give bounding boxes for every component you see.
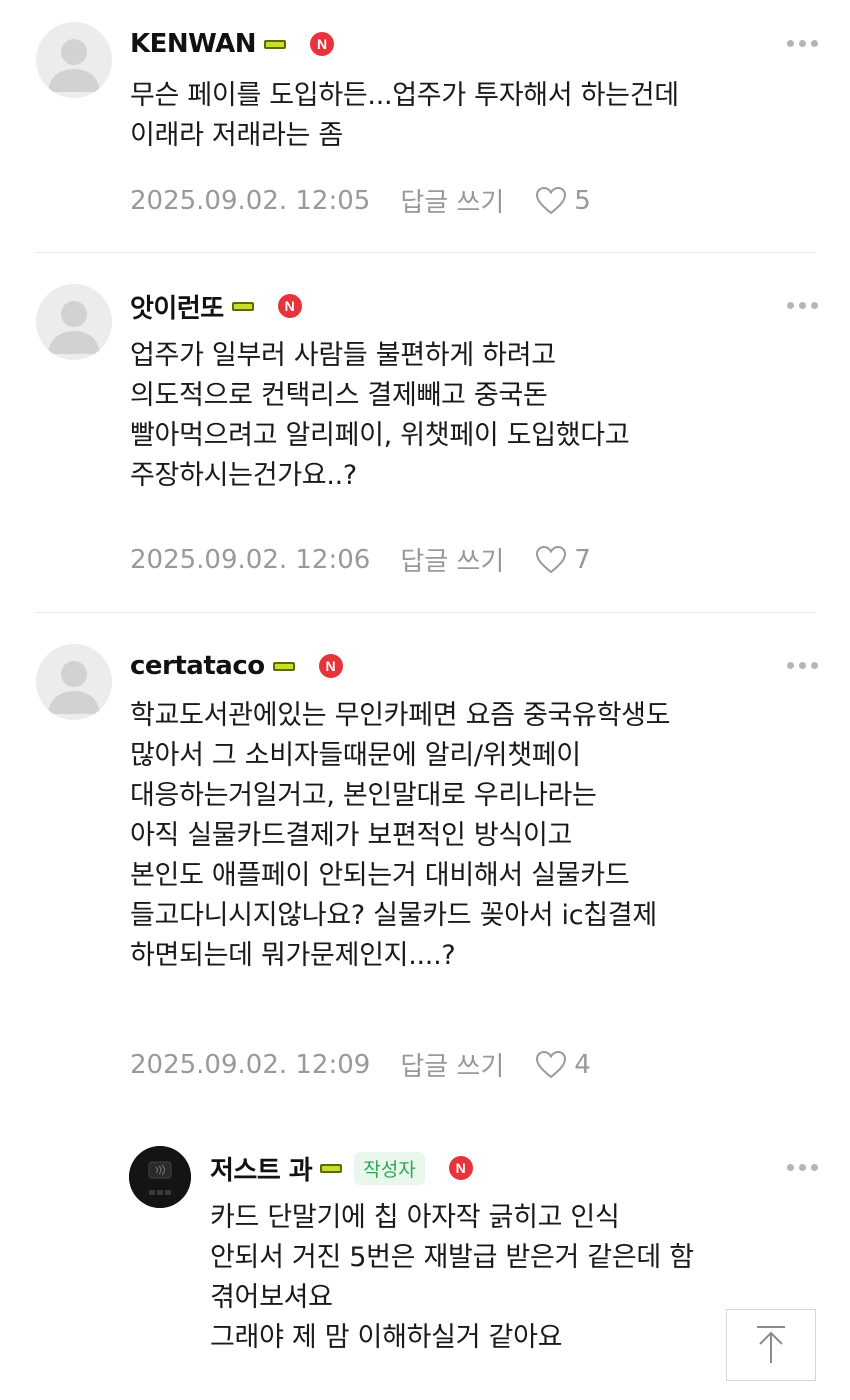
- author-name[interactable]: 앗이런또: [130, 288, 224, 325]
- comment-text: 무슨 페이를 도입하든...업주가 투자해서 하는건데 이래라 저래라는 좀: [130, 80, 679, 151]
- reply-button[interactable]: 답글 쓰기: [400, 1046, 504, 1083]
- new-badge: N: [448, 1156, 473, 1180]
- member-grade-icon: [320, 1163, 343, 1173]
- divider: [36, 252, 816, 253]
- like-button[interactable]: 5: [534, 186, 591, 216]
- reply-button[interactable]: 답글 쓰기: [400, 541, 504, 578]
- like-count: 7: [574, 544, 591, 575]
- more-dots-icon[interactable]: [787, 40, 818, 47]
- heart-icon: [536, 545, 567, 573]
- more-dots-icon[interactable]: [787, 662, 818, 669]
- more-dots-icon[interactable]: [787, 302, 818, 309]
- like-button[interactable]: 4: [534, 1050, 591, 1080]
- comment-text: 업주가 일부러 사람들 불편하게 하려고 의도적으로 컨택리스 결제빼고 중국돈…: [130, 340, 630, 491]
- comment-date: 2025.09.02. 12:06: [130, 544, 371, 575]
- like-button[interactable]: 7: [534, 545, 591, 575]
- reply-button[interactable]: 답글 쓰기: [400, 182, 504, 219]
- author-tag: 작성자: [354, 1151, 425, 1185]
- default-avatar-icon: [48, 661, 100, 714]
- member-grade-icon: [264, 39, 287, 49]
- comment-date: 2025.09.02. 12:09: [130, 1049, 371, 1080]
- arrow-up-icon: [757, 1326, 785, 1363]
- like-count: 5: [574, 185, 591, 216]
- more-dots-icon[interactable]: [787, 1164, 818, 1171]
- avatar[interactable]: [36, 284, 112, 360]
- scroll-top-button[interactable]: [726, 1309, 816, 1381]
- heart-icon: [536, 186, 567, 214]
- avatar[interactable]: [36, 22, 112, 98]
- new-badge: N: [310, 32, 335, 56]
- new-badge: N: [277, 294, 302, 318]
- avatar[interactable]: [129, 1146, 191, 1208]
- heart-icon: [536, 1050, 567, 1078]
- comment-text: 카드 단말기에 칩 아자작 긁히고 인식 안되서 거진 5번은 재발급 받은거 …: [210, 1202, 694, 1353]
- member-grade-icon: [231, 301, 254, 311]
- comment-text: 학교도서관에있는 무인카페면 요즘 중국유학생도 많아서 그 소비자들때문에 알…: [130, 700, 671, 971]
- default-avatar-icon: [48, 301, 100, 354]
- avatar[interactable]: [36, 644, 112, 720]
- card-terminal-photo-icon: [129, 1146, 191, 1208]
- default-avatar-icon: [48, 39, 100, 92]
- author-name[interactable]: KENWAN: [130, 29, 257, 59]
- member-grade-icon: [272, 661, 295, 671]
- comment-date: 2025.09.02. 12:05: [130, 185, 371, 216]
- new-badge: N: [318, 654, 343, 678]
- author-name[interactable]: 저스트 과: [210, 1150, 313, 1187]
- author-name[interactable]: certataco: [130, 651, 265, 681]
- like-count: 4: [574, 1049, 591, 1080]
- divider: [36, 612, 816, 613]
